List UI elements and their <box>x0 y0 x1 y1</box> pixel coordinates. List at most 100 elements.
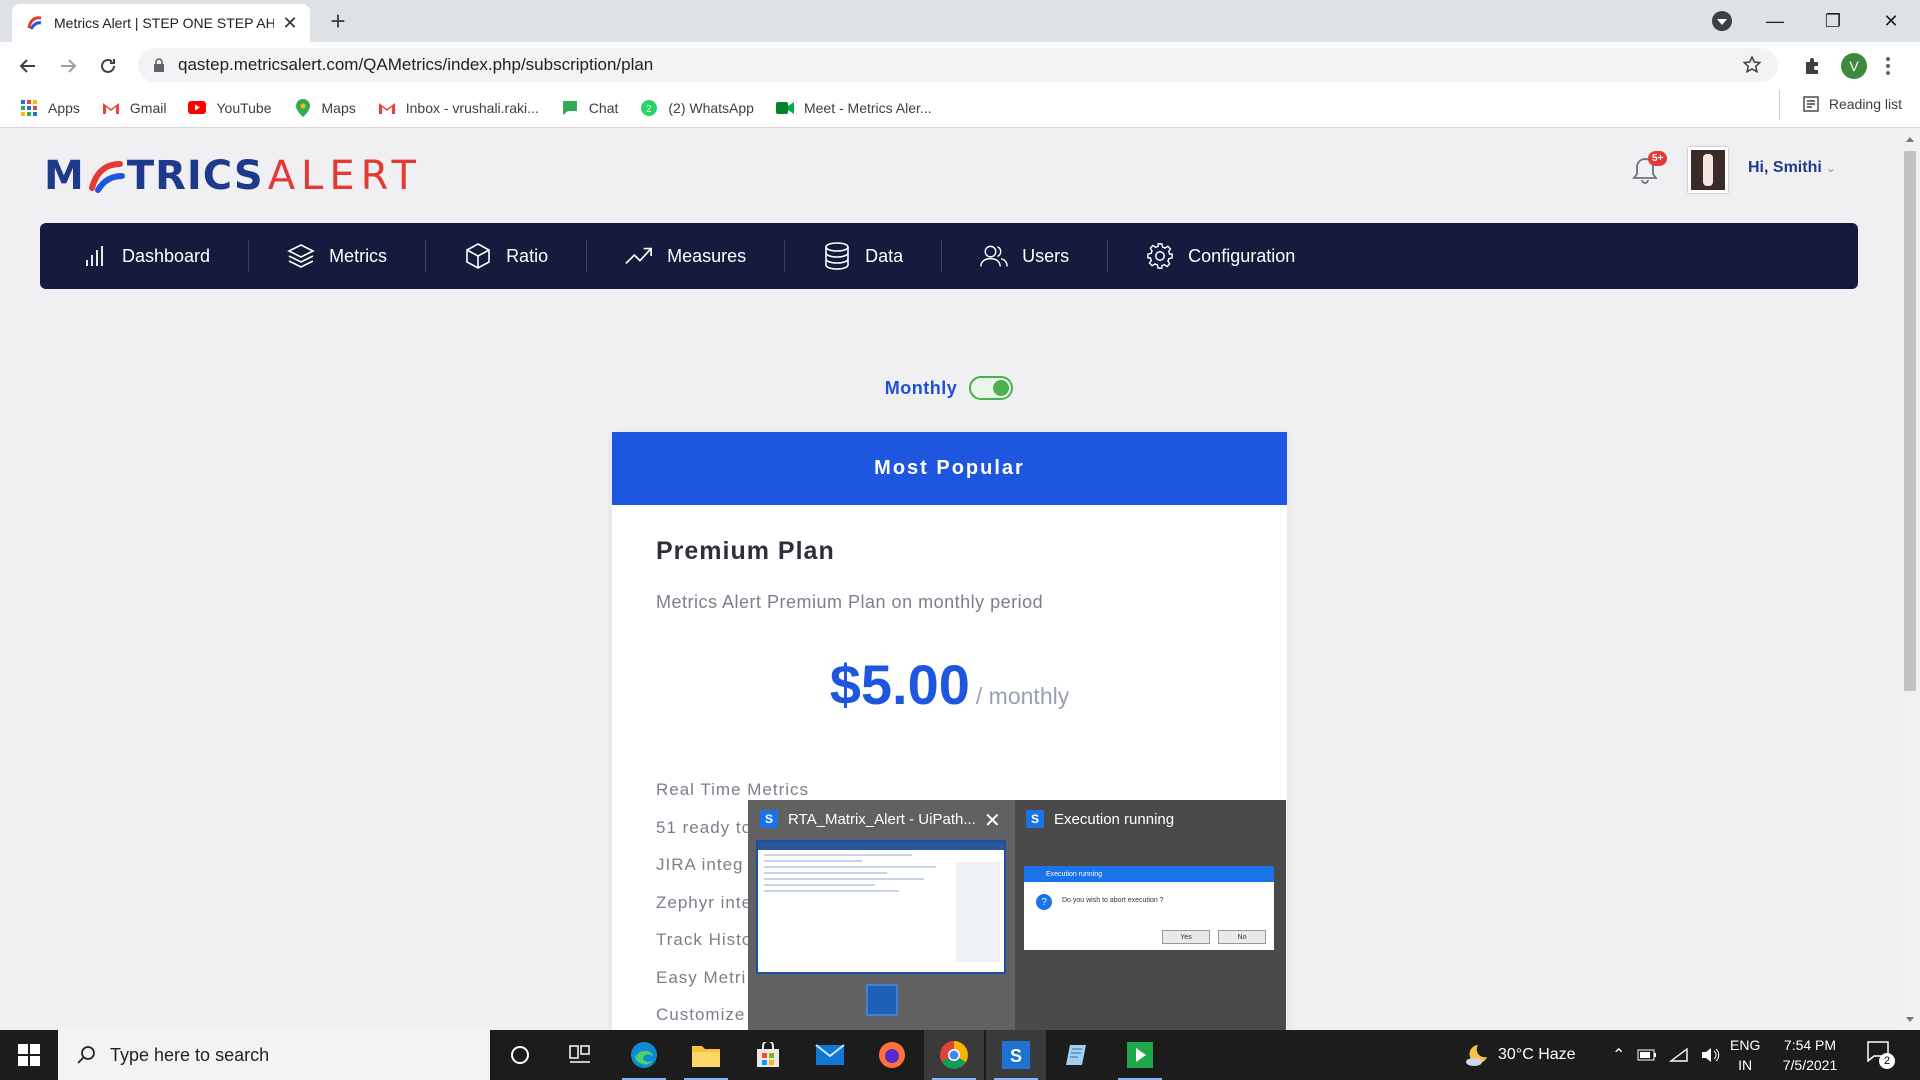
start-button[interactable] <box>0 1030 58 1080</box>
notepad-icon[interactable] <box>1048 1030 1108 1080</box>
media-player-icon[interactable] <box>1110 1030 1170 1080</box>
back-icon[interactable] <box>12 50 44 82</box>
input-language[interactable]: ENG IN <box>1730 1035 1760 1075</box>
scroll-up-icon[interactable] <box>1906 137 1914 142</box>
bookmark-meet[interactable]: Meet - Metrics Aler... <box>775 99 932 117</box>
preview-title: S RTA_Matrix_Alert - UiPath... <box>760 810 976 828</box>
firefox-icon[interactable] <box>862 1030 922 1080</box>
billing-period-toggle[interactable] <box>969 376 1014 400</box>
nav-measures[interactable]: Measures <box>587 223 784 289</box>
database-icon <box>823 242 851 270</box>
extensions-puzzle-icon[interactable] <box>1802 56 1822 76</box>
file-explorer-icon[interactable] <box>676 1030 736 1080</box>
minimize-icon[interactable]: — <box>1746 0 1804 42</box>
lock-icon <box>154 58 164 72</box>
metrics-alert-favicon-icon <box>27 16 42 30</box>
battery-icon[interactable] <box>1637 1049 1657 1061</box>
reading-list-button[interactable]: Reading list <box>1778 90 1902 120</box>
address-bar[interactable]: qastep.metricsalert.com/QAMetrics/index.… <box>138 48 1778 82</box>
plan-price: $5.00/ monthly <box>612 652 1287 717</box>
chevron-up-icon[interactable]: ⌃ <box>1612 1045 1625 1065</box>
trend-line-icon <box>625 242 653 270</box>
bookmark-label: Apps <box>48 99 80 116</box>
system-tray-icons: ⌃ <box>1612 1030 1721 1080</box>
reload-icon[interactable] <box>92 50 124 82</box>
uipath-window-preview[interactable]: S RTA_Matrix_Alert - UiPath... ✕ <box>748 800 1015 1030</box>
bookmark-inbox[interactable]: Inbox - vrushali.raki... <box>378 99 539 117</box>
language-code: ENG <box>1730 1037 1761 1053</box>
svg-text:S: S <box>1010 1046 1022 1066</box>
bookmark-label: Meet - Metrics Aler... <box>803 99 932 116</box>
bookmark-chat[interactable]: Chat <box>561 99 618 117</box>
tab-search-icon[interactable] <box>1712 11 1732 31</box>
edge-icon[interactable] <box>614 1030 674 1080</box>
microsoft-store-icon[interactable] <box>738 1030 798 1080</box>
nav-users[interactable]: Users <box>942 223 1107 289</box>
task-view-icon[interactable] <box>550 1030 610 1080</box>
system-clock[interactable]: 7:54 PM 7/5/2021 <box>1770 1035 1850 1075</box>
chrome-icon[interactable] <box>924 1030 984 1080</box>
gmail-icon <box>378 99 396 117</box>
logo-text-alert: ALERT <box>267 153 422 199</box>
bookmark-gmail[interactable]: Gmail <box>102 99 167 117</box>
weather-widget[interactable]: 30°C Haze <box>1464 1030 1576 1080</box>
profile-avatar[interactable]: V <box>1841 53 1867 79</box>
tab-close-icon[interactable]: ✕ <box>280 13 300 34</box>
bookmark-whatsapp[interactable]: 2 (2) WhatsApp <box>640 99 754 117</box>
svg-text:2: 2 <box>646 104 652 115</box>
forward-icon[interactable] <box>52 50 84 82</box>
nav-label: Ratio <box>506 245 549 266</box>
maps-icon <box>294 98 312 117</box>
nav-label: Dashboard <box>122 245 211 266</box>
user-avatar[interactable] <box>1688 147 1728 193</box>
reading-list-label: Reading list <box>1828 96 1902 112</box>
most-popular-banner: Most Popular <box>612 432 1287 505</box>
windows-logo-icon <box>18 1044 40 1066</box>
nav-dashboard[interactable]: Dashboard <box>40 223 248 289</box>
tab-title: Metrics Alert | STEP ONE STEP AH <box>54 15 274 31</box>
notifications-button[interactable]: 5+ <box>1630 151 1668 189</box>
clock-date: 7/5/2021 <box>1782 1057 1838 1073</box>
chat-icon <box>561 99 579 117</box>
uipath-studio-icon[interactable]: S <box>986 1030 1046 1080</box>
browser-tab[interactable]: Metrics Alert | STEP ONE STEP AH ✕ <box>12 4 310 42</box>
execution-dialog-screenshot: Execution running ? Do you wish to abort… <box>1024 866 1274 950</box>
preview-close-icon[interactable]: ✕ <box>984 808 1001 833</box>
bookmark-star-icon[interactable] <box>1742 55 1762 75</box>
restore-icon[interactable]: ❐ <box>1804 0 1862 42</box>
nav-ratio[interactable]: Ratio <box>426 223 586 289</box>
nav-metrics[interactable]: Metrics <box>249 223 425 289</box>
nav-configuration[interactable]: Configuration <box>1108 223 1333 289</box>
scroll-down-icon[interactable] <box>1906 1017 1914 1022</box>
new-tab-button[interactable]: + <box>324 6 352 37</box>
mail-icon[interactable] <box>800 1030 860 1080</box>
logo-text-m: M <box>44 153 85 199</box>
bookmark-label: Gmail <box>129 99 167 116</box>
dialog-title: Execution running <box>1024 866 1274 882</box>
preview-title: S Execution running <box>1026 810 1174 828</box>
close-window-icon[interactable]: ✕ <box>1862 0 1920 42</box>
apps-grid-icon <box>20 99 38 117</box>
cortana-icon[interactable] <box>490 1030 550 1080</box>
windows-taskbar: Type here to search S 30°C Haze ⌃ ENG IN… <box>0 1030 1920 1080</box>
bookmark-maps[interactable]: Maps <box>294 98 356 117</box>
url-text: qastep.metricsalert.com/QAMetrics/index.… <box>178 55 654 74</box>
users-icon <box>980 242 1008 270</box>
dialog-no-button: No <box>1218 930 1266 944</box>
uipath-window-screenshot <box>756 840 1006 974</box>
browser-menu-icon[interactable] <box>1886 54 1892 78</box>
metrics-alert-logo[interactable]: M TRICS ALERT <box>44 153 422 199</box>
bookmark-youtube[interactable]: YouTube <box>188 99 272 117</box>
bookmark-apps[interactable]: Apps <box>20 99 80 117</box>
page-scrollbar[interactable] <box>1900 129 1920 1030</box>
wifi-icon[interactable] <box>1669 1047 1689 1063</box>
nav-data[interactable]: Data <box>785 223 941 289</box>
notification-count: 2 <box>1879 1053 1895 1069</box>
action-center-button[interactable]: 2 <box>1866 1040 1896 1070</box>
volume-icon[interactable] <box>1701 1047 1721 1063</box>
scrollbar-thumb[interactable] <box>1904 151 1916 691</box>
taskbar-search-box[interactable]: Type here to search <box>58 1030 490 1080</box>
user-menu[interactable]: Hi, Smithi ⌄ <box>1748 159 1836 177</box>
preview-title-text: RTA_Matrix_Alert - UiPath... <box>788 810 976 828</box>
whatsapp-icon: 2 <box>640 99 658 117</box>
